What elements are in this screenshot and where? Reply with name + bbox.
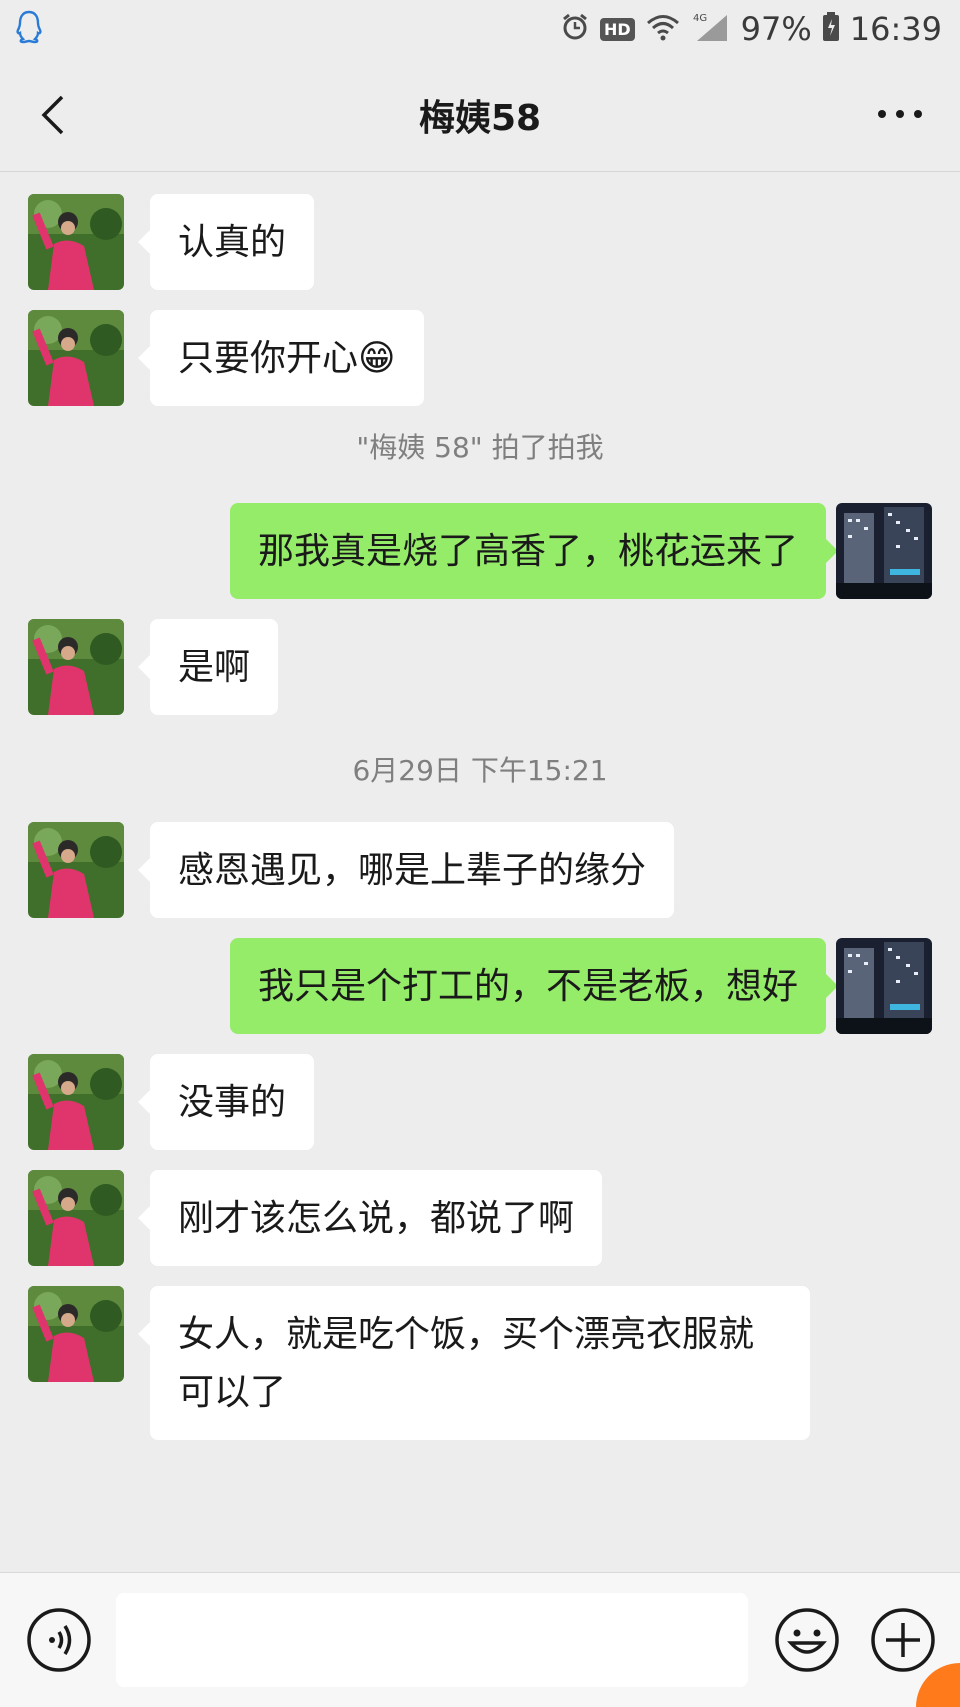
- outgoing-message-bubble[interactable]: 那我真是烧了高香了，桃花运来了: [229, 503, 839, 599]
- pat-notice: "梅姨 58" 拍了拍我: [356, 431, 604, 464]
- wifi-icon: [645, 12, 681, 46]
- voice-icon: [27, 1608, 91, 1672]
- status-bar: HD 4G 97% 16:39: [0, 0, 960, 58]
- contact-avatar[interactable]: [28, 310, 124, 406]
- signal-icon: 4G: [691, 11, 731, 47]
- contact-avatar[interactable]: [28, 822, 124, 918]
- plus-icon: [871, 1608, 935, 1672]
- timestamp: 6月29日 下午15:21: [352, 754, 608, 787]
- message-input[interactable]: [116, 1593, 748, 1687]
- message-row: 我只是个打工的，不是老板，想好: [0, 938, 960, 1034]
- message-row: 认真的: [0, 194, 960, 290]
- voice-button[interactable]: [26, 1607, 92, 1673]
- message-row: 感恩遇见，哪是上辈子的缘分: [0, 822, 960, 918]
- my-avatar[interactable]: [836, 503, 932, 599]
- contact-avatar[interactable]: [28, 1054, 124, 1150]
- input-bar: [0, 1572, 960, 1707]
- message-row: 没事的: [0, 1054, 960, 1150]
- message-row: 是啊: [0, 619, 960, 715]
- contact-avatar[interactable]: [28, 1286, 124, 1382]
- my-avatar[interactable]: [836, 938, 932, 1034]
- chat-title: 梅姨58: [418, 97, 542, 139]
- message-text: 只要你开心: [178, 338, 359, 379]
- incoming-message-bubble[interactable]: 女人，就是吃个饭，买个漂亮衣服就可以了: [138, 1286, 810, 1440]
- incoming-message-bubble[interactable]: 是啊: [137, 619, 279, 715]
- alarm-icon: [560, 12, 590, 46]
- incoming-message-bubble[interactable]: 认真的: [137, 194, 315, 290]
- message-row: 那我真是烧了高香了，桃花运来了: [0, 503, 960, 599]
- hd-badge: HD: [599, 17, 635, 41]
- chat-header: 梅姨58: [0, 58, 960, 172]
- smiley-icon: [775, 1608, 839, 1672]
- contact-avatar[interactable]: [28, 1170, 124, 1266]
- incoming-message-bubble[interactable]: 没事的: [137, 1054, 315, 1150]
- more-button[interactable]: [870, 94, 930, 134]
- battery-percent: 97%: [740, 10, 812, 48]
- contact-avatar[interactable]: [28, 194, 124, 290]
- emoji-button[interactable]: [774, 1607, 840, 1673]
- contact-avatar[interactable]: [28, 619, 124, 715]
- clock: 16:39: [849, 10, 942, 48]
- battery-icon: [822, 12, 840, 46]
- message-row: 刚才该怎么说，都说了啊: [0, 1170, 960, 1266]
- incoming-message-bubble[interactable]: 感恩遇见，哪是上辈子的缘分: [137, 822, 675, 918]
- message-list[interactable]: 认真的 只要你开心😁 "梅姨 58" 拍了拍我 那我真是烧了高香了，桃花运来了 …: [0, 172, 960, 1572]
- grin-emoji-icon: 😁: [358, 338, 396, 379]
- svg-text:4G: 4G: [693, 13, 707, 24]
- chevron-left-icon: [41, 95, 64, 135]
- more-dots-icon: [878, 110, 922, 118]
- qq-icon: [14, 9, 44, 49]
- message-row: 女人，就是吃个饭，买个漂亮衣服就可以了: [0, 1286, 960, 1446]
- back-button[interactable]: [28, 88, 78, 142]
- more-functions-button[interactable]: [870, 1607, 936, 1673]
- incoming-message-bubble[interactable]: 刚才该怎么说，都说了啊: [137, 1170, 603, 1266]
- message-row: 只要你开心😁: [0, 310, 960, 406]
- incoming-message-bubble[interactable]: 只要你开心😁: [138, 310, 424, 406]
- outgoing-message-bubble[interactable]: 我只是个打工的，不是老板，想好: [229, 938, 839, 1034]
